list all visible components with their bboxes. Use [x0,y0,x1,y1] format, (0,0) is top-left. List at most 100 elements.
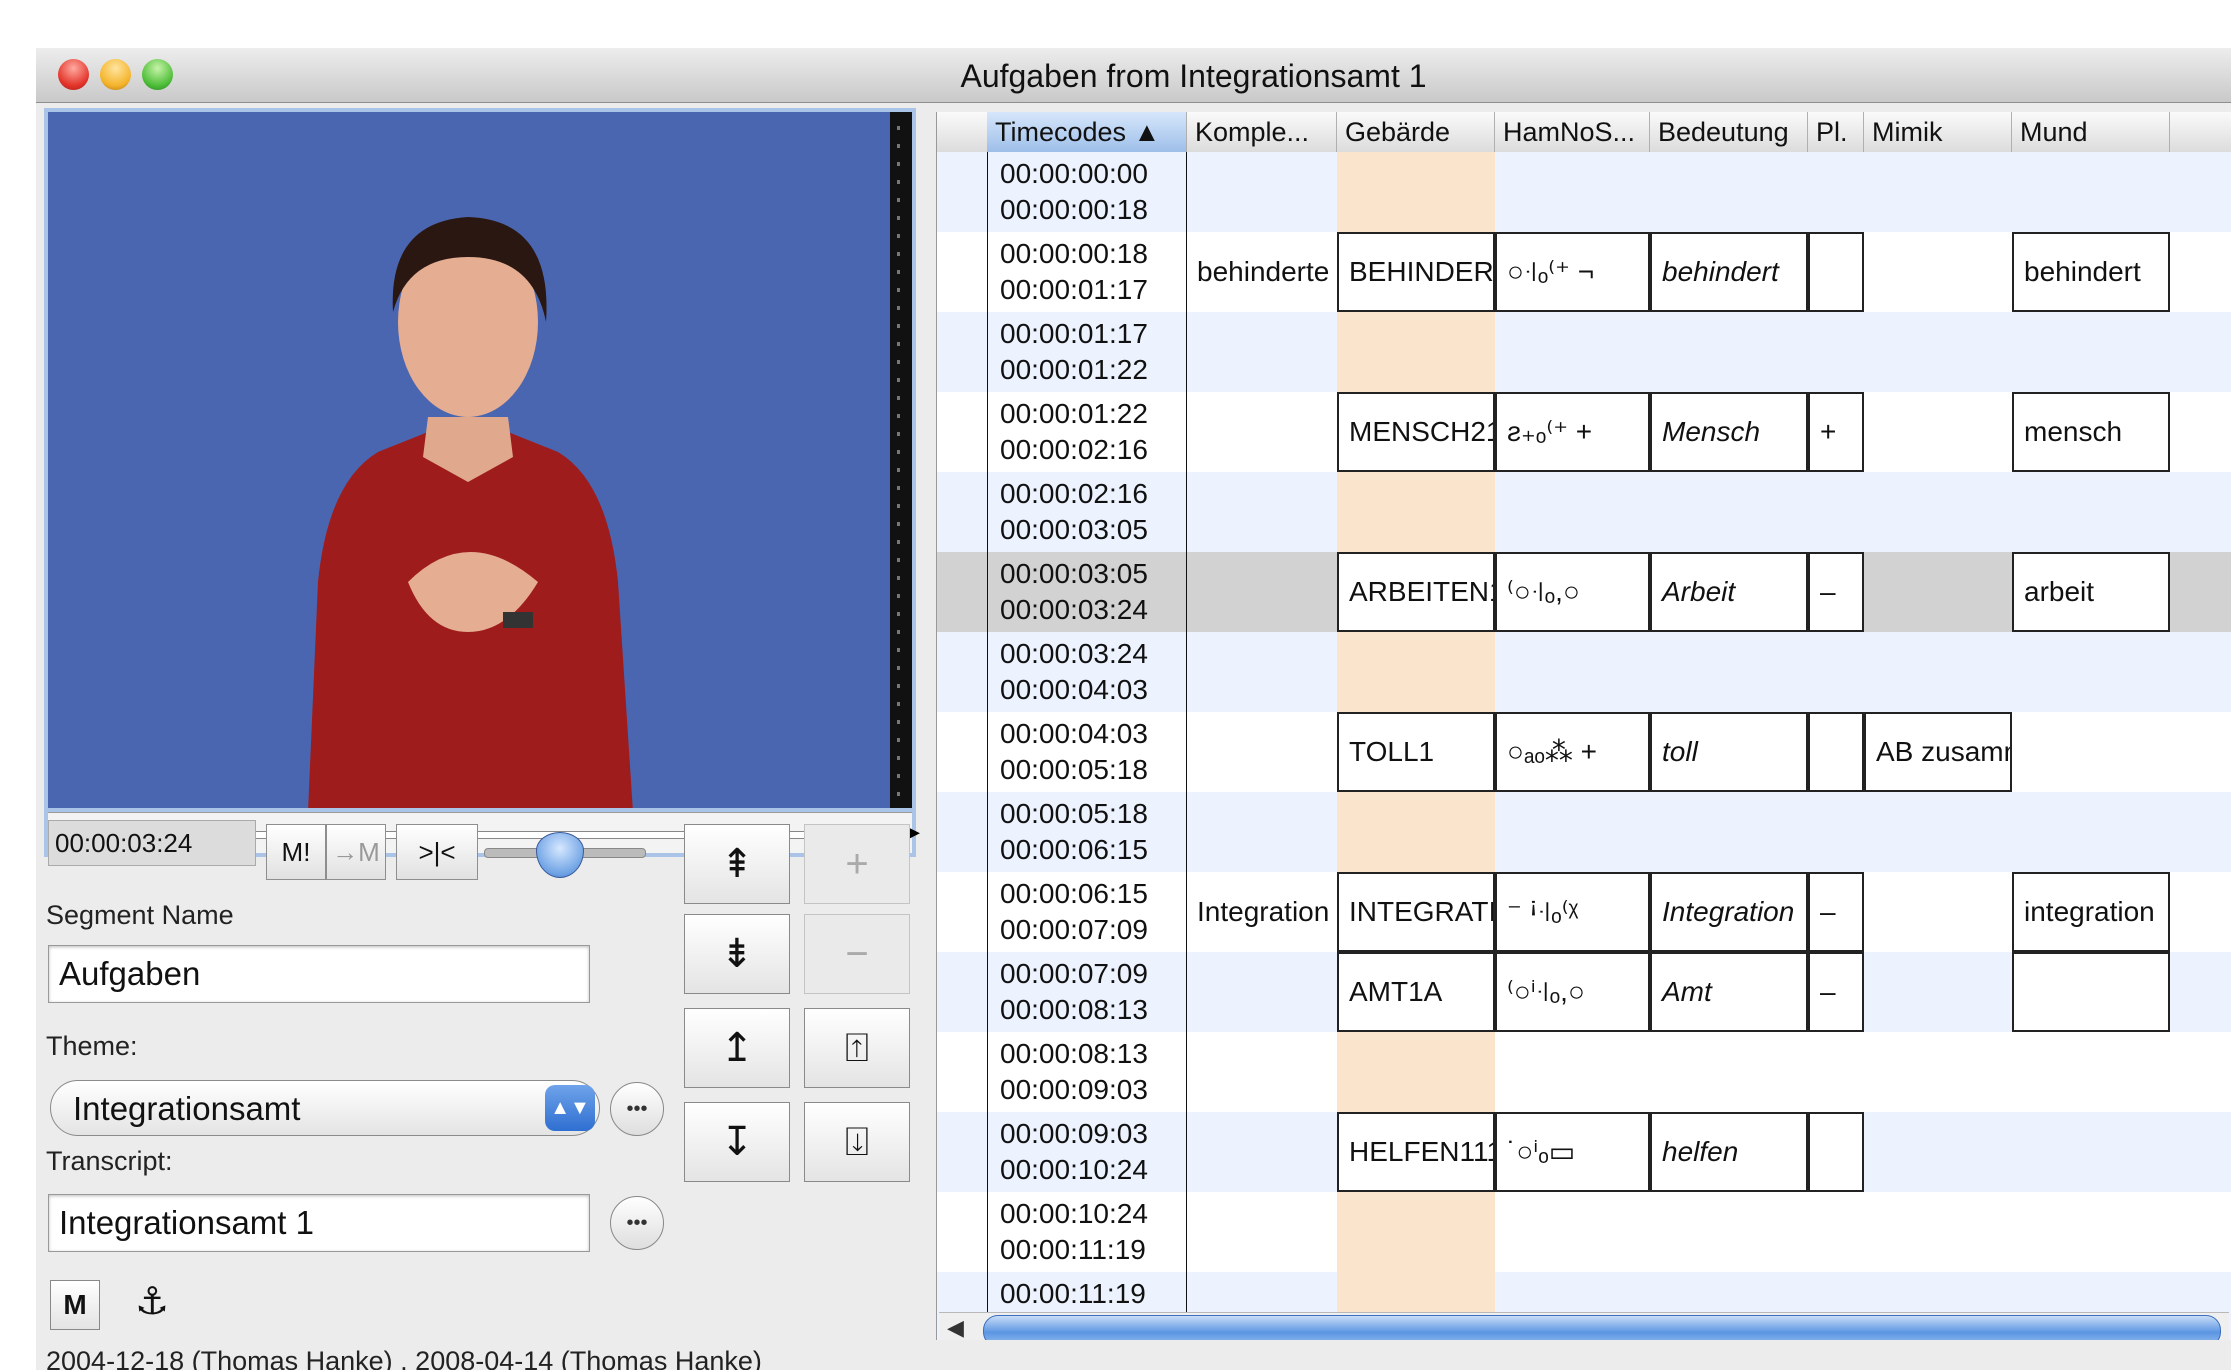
fit-segment-button[interactable]: >|< [396,824,478,880]
gebaerde-cell[interactable]: AMT1A [1337,952,1495,1032]
mund-cell[interactable]: arbeit [2012,552,2170,632]
timecode-cell[interactable]: 00:00:07:09 00:00:08:13 [987,952,1187,1032]
segment-name-label: Segment Name [46,900,234,930]
col-bedeutung[interactable]: Bedeutung [1650,112,1808,152]
col-mimik[interactable]: Mimik [1864,112,2012,152]
bedeutung-cell[interactable]: Mensch [1650,392,1808,472]
plural-cell[interactable] [1808,712,1864,792]
gebaerde-cell[interactable]: TOLL1 [1337,712,1495,792]
timecode-cell[interactable]: 00:00:02:16 00:00:03:05 [987,472,1187,552]
bedeutung-cell[interactable]: Arbeit [1650,552,1808,632]
timecode-end: 00:00:06:15 [1000,834,1148,865]
timecode-cell[interactable]: 00:00:08:13 00:00:09:03 [987,1032,1187,1112]
gebaerde-cell[interactable]: MENSCH21 [1337,392,1495,472]
remove-button[interactable]: − [804,914,910,994]
anchor-icon[interactable]: ⚓ [128,1278,176,1326]
scroll-left-icon[interactable]: ◀ [947,1315,964,1340]
theme-go-button[interactable]: ••• [610,1082,664,1136]
zoom-slider-knob[interactable] [536,832,584,878]
plural-cell[interactable]: + [1808,392,1864,472]
hamnosys-cell[interactable]: ⁽○꜊ₒ,○ [1495,552,1650,632]
timecode-cell[interactable]: 00:00:04:03 00:00:05:18 [987,712,1187,792]
timecode-start: 00:00:09:03 [1000,1118,1148,1149]
segment-name-field[interactable]: Aufgaben [48,945,590,1003]
plural-cell[interactable] [1808,232,1864,312]
bedeutung-cell[interactable]: toll [1650,712,1808,792]
hamnosys-cell[interactable]: ○꜊ₒ⁽⁺ ¬ [1495,232,1650,312]
timecode-start: 00:00:03:24 [1000,638,1148,669]
timecode-cell[interactable]: 00:00:10:24 00:00:11:19 [987,1192,1187,1272]
bedeutung-cell[interactable]: Integration [1650,872,1808,952]
hamnosys-cell[interactable]: ⁻ ꜟ꜊ₒ⁽ᵡ [1495,872,1650,952]
timecode-cell[interactable]: 00:00:09:03 00:00:10:24 [987,1112,1187,1192]
gebaerde-cell[interactable]: ARBEITEN1 [1337,552,1495,632]
table-row[interactable]: 00:00:06:15 00:00:07:09 Integration INTEGRA… [937,872,2231,952]
add-button[interactable]: + [804,824,910,904]
insert-row-below-icon[interactable]: ⇟ [684,914,790,994]
table-row[interactable]: 00:00:01:17 00:00:01:22 [937,312,2231,392]
split-down-icon[interactable]: ⍗ [804,1102,910,1182]
theme-select[interactable]: Integrationsamt ▲▼ [50,1080,600,1136]
table-row[interactable]: 00:00:02:16 00:00:03:05 [937,472,2231,552]
col-mund[interactable]: Mund [2012,112,2170,152]
table-row[interactable]: 00:00:09:03 00:00:10:24 HELFEN111 ˙○ⁱₒ▭ helf… [937,1112,2231,1192]
move-up-icon[interactable]: ↥ [684,1008,790,1088]
table-row[interactable]: 00:00:03:24 00:00:04:03 [937,632,2231,712]
mimik-cell[interactable]: AB zusammen [1864,712,2012,792]
timecode-cell[interactable]: 00:00:06:15 00:00:07:09 [987,872,1187,952]
bedeutung-cell[interactable]: helfen [1650,1112,1808,1192]
plural-cell[interactable]: – [1808,952,1864,1032]
plural-cell[interactable] [1808,1112,1864,1192]
hamnosys-cell[interactable]: ⁽○ⁱ꜊ₒ,○ [1495,952,1650,1032]
popup-arrows-icon: ▲▼ [545,1085,595,1131]
mund-cell[interactable]: behindert [2012,232,2170,312]
timecode-cell[interactable]: 00:00:03:24 00:00:04:03 [987,632,1187,712]
mark-button[interactable]: M! [266,824,326,880]
table-row[interactable]: 00:00:00:00 00:00:00:18 [937,152,2231,232]
go-to-mark-button[interactable]: →M [326,824,386,880]
table-row[interactable]: 00:00:05:18 00:00:06:15 [937,792,2231,872]
plural-cell[interactable]: – [1808,872,1864,952]
table-row[interactable]: 00:00:07:09 00:00:08:13 AMT1A ⁽○ⁱ꜊ₒ,○ Amt – [937,952,2231,1032]
table-row[interactable]: 00:00:00:18 00:00:01:17 behinderte BEHINDER… [937,232,2231,312]
timecode-cell[interactable]: 00:00:00:18 00:00:01:17 [987,232,1187,312]
col-komplex[interactable]: Komple... [1187,112,1337,152]
hamnosys-cell[interactable]: ƨ₊ₒ⁽⁺ + [1495,392,1650,472]
table-row[interactable]: 00:00:10:24 00:00:11:19 [937,1192,2231,1272]
move-down-icon[interactable]: ↧ [684,1102,790,1182]
table-row[interactable]: 00:00:08:13 00:00:09:03 [937,1032,2231,1112]
gebaerde-cell[interactable]: BEHINDERUNG [1337,232,1495,312]
mund-cell[interactable] [2012,952,2170,1032]
col-hamnosys[interactable]: HamNoS... [1495,112,1650,152]
transcript-go-button[interactable]: ••• [610,1196,664,1250]
gebaerde-cell[interactable]: HELFEN111 [1337,1112,1495,1192]
bedeutung-cell[interactable]: behindert [1650,232,1808,312]
col-plural[interactable]: Pl. [1808,112,1864,152]
col-timecodes[interactable]: Timecodes ▲ [987,112,1187,152]
horizontal-scrollbar[interactable]: ◀ [939,1312,2229,1340]
mund-cell[interactable]: integration [2012,872,2170,952]
bedeutung-cell[interactable]: Amt [1650,952,1808,1032]
m-button[interactable]: M [50,1280,100,1330]
timecode-cell[interactable]: 00:00:05:18 00:00:06:15 [987,792,1187,872]
scrollbar-thumb[interactable] [983,1315,2221,1340]
hamnosys-cell[interactable]: ○ₐₒ⁂ + [1495,712,1650,792]
komplex-cell[interactable]: Integration [1187,872,1337,952]
table-row[interactable]: 00:00:01:22 00:00:02:16 MENSCH21 ƨ₊ₒ⁽⁺ + Men… [937,392,2231,472]
timecode-cell[interactable]: 00:00:01:22 00:00:02:16 [987,392,1187,472]
split-up-icon[interactable]: ⍐ [804,1008,910,1088]
timecode-cell[interactable]: 00:00:00:00 00:00:00:18 [987,152,1187,232]
timecode-cell[interactable]: 00:00:03:05 00:00:03:24 [987,552,1187,632]
timecode-cell[interactable]: 00:00:01:17 00:00:01:22 [987,312,1187,392]
transcript-field[interactable]: Integrationsamt 1 [48,1194,590,1252]
mund-cell[interactable]: mensch [2012,392,2170,472]
komplex-cell[interactable]: behinderte [1187,232,1337,312]
col-gebaerde[interactable]: Gebärde [1337,112,1495,152]
table-row[interactable]: 00:00:03:05 00:00:03:24 ARBEITEN1 ⁽○꜊ₒ,○ Arb… [937,552,2231,632]
hamnosys-cell[interactable]: ˙○ⁱₒ▭ [1495,1112,1650,1192]
gebaerde-cell[interactable]: INTEGRATION [1337,872,1495,952]
title-bar: Aufgaben from Integrationsamt 1 [36,48,2231,103]
insert-row-above-icon[interactable]: ⇞ [684,824,790,904]
plural-cell[interactable]: – [1808,552,1864,632]
table-row[interactable]: 00:00:04:03 00:00:05:18 TOLL1 ○ₐₒ⁂ + toll AB … [937,712,2231,792]
